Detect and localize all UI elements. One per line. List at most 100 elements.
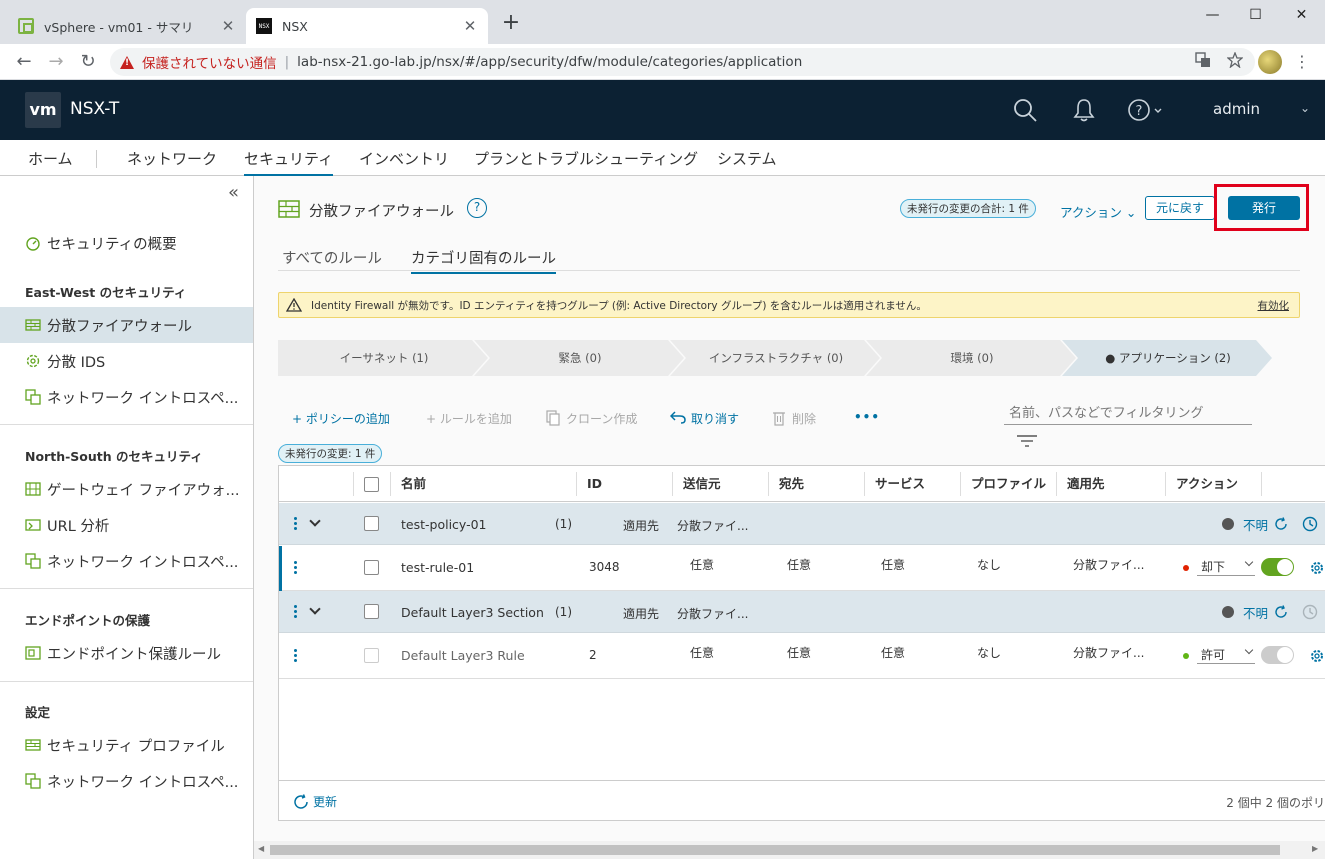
forward-button[interactable]: → [44,50,68,74]
table-row-policy[interactable]: Default Layer3 Section (1) 適用先 分散ファイ... … [279,591,1325,633]
url-text[interactable]: lab-nsx-21.go-lab.jp/nsx/#/app/security/… [297,54,802,70]
rule-destination[interactable]: 任意 [787,644,811,661]
table-row-policy[interactable]: test-policy-01 (1) 適用先 分散ファイ... 不明 [279,503,1325,545]
window-close-button[interactable]: ✕ [1279,4,1324,28]
table-row-rule[interactable]: test-rule-01 3048 任意 任意 任意 なし 分散ファイ... 却… [279,546,1325,591]
rule-enabled-toggle[interactable] [1261,558,1294,576]
column-header-action[interactable]: アクション [1166,466,1238,502]
minimize-button[interactable]: — [1190,4,1235,28]
tab-close-icon[interactable]: ✕ [220,17,236,35]
more-actions-icon[interactable]: ••• [854,410,880,424]
bookmark-star-icon[interactable] [1227,52,1243,68]
row-menu-icon[interactable] [293,605,297,619]
category-emergency[interactable]: 緊急 (0) [474,340,686,376]
nav-home[interactable]: ホーム [28,148,73,169]
policy-status[interactable]: 不明 [1243,603,1268,622]
column-header-id[interactable]: ID [577,466,602,502]
rule-source[interactable]: 任意 [690,644,714,661]
user-menu[interactable]: admin [1213,100,1260,118]
maximize-button[interactable]: ☐ [1233,4,1278,28]
row-menu-icon[interactable] [293,517,297,531]
scroll-left-icon[interactable]: ◀ [258,844,264,853]
policy-name[interactable]: Default Layer3 Section [401,605,544,620]
add-rule-button[interactable]: + ルールを追加 [426,410,512,427]
column-header-source[interactable]: 送信元 [673,466,721,502]
sidebar-item-gateway-firewall[interactable]: ゲートウェイ ファイアウォ... [0,471,253,507]
table-row-rule[interactable]: Default Layer3 Rule 2 任意 任意 任意 なし 分散ファイ.… [279,634,1325,679]
undo-button[interactable]: 取り消す [670,410,739,427]
category-infrastructure[interactable]: インフラストラクチャ (0) [670,340,882,376]
sidebar-item-network-introspection-ew[interactable]: ネットワーク イントロスペ... [0,379,253,415]
select-all-checkbox[interactable] [364,477,379,492]
back-button[interactable]: ← [12,50,36,74]
rule-enabled-toggle[interactable] [1261,646,1294,664]
category-application[interactable]: ● アプリケーション (2) [1062,340,1274,376]
gear-icon[interactable] [1309,648,1325,664]
rule-name[interactable]: Default Layer3 Rule [401,648,525,663]
browser-tab-vsphere[interactable]: vSphere - vm01 - サマリ ✕ [8,8,246,44]
column-header-profile[interactable]: プロファイル [961,466,1046,502]
new-tab-button[interactable]: + [498,11,524,37]
delete-button[interactable]: 削除 [772,410,816,427]
clone-button[interactable]: クローン作成 [546,409,637,427]
actions-dropdown[interactable]: アクション ⌄ [1060,202,1136,221]
address-bar[interactable]: 保護されていない通信 | lab-nsx-21.go-lab.jp/nsx/#/… [110,48,1255,76]
insecure-label[interactable]: 保護されていない通信 [142,52,277,72]
filter-icon[interactable] [1016,435,1038,447]
refresh-icon[interactable] [1274,517,1288,531]
horizontal-scrollbar[interactable]: ◀ ▶ [254,841,1325,859]
add-policy-button[interactable]: + ポリシーの追加 [292,410,390,427]
nav-plan-troubleshoot[interactable]: プランとトラブルシューティング [474,148,698,169]
reload-button[interactable]: ↻ [76,50,100,74]
sidebar-item-security-profiles[interactable]: セキュリティ プロファイル [0,727,253,763]
profile-avatar[interactable] [1258,50,1282,74]
tab-all-rules[interactable]: すべてのルール [282,247,382,268]
rule-profile[interactable]: なし [977,556,1001,573]
rule-destination[interactable]: 任意 [787,556,811,573]
history-clock-icon[interactable] [1302,516,1318,532]
search-icon[interactable] [1012,97,1038,123]
nav-inventory[interactable]: インベントリ [359,148,449,169]
chevron-down-icon[interactable]: ⌄ [1300,101,1310,115]
browser-tab-nsx[interactable]: NSX NSX ✕ [246,8,488,44]
row-checkbox[interactable] [364,560,379,575]
nav-network[interactable]: ネットワーク [127,148,217,169]
filter-input[interactable]: 名前、パスなどでフィルタリング [1004,398,1252,425]
chevron-down-icon[interactable] [309,603,321,615]
rule-profile[interactable]: なし [977,644,1001,661]
category-ethernet[interactable]: イーサネット (1) [278,340,490,376]
rule-action-select[interactable]: 許可 [1197,644,1255,664]
row-menu-icon[interactable] [293,561,297,575]
rule-action-select[interactable]: 却下 [1197,556,1255,576]
policy-name[interactable]: test-policy-01 [401,517,487,532]
column-header-name[interactable]: 名前 [391,466,426,502]
column-header-applied-to[interactable]: 適用先 [1057,466,1105,502]
row-menu-icon[interactable] [293,649,297,663]
applied-to-value[interactable]: 分散ファイ... [677,605,748,622]
sidebar-item-network-introspection-settings[interactable]: ネットワーク イントロスペ... [0,763,253,799]
rule-service[interactable]: 任意 [881,644,905,661]
refresh-button[interactable]: 更新 [293,793,337,810]
collapse-sidebar-icon[interactable]: « [228,182,239,203]
nav-system[interactable]: システム [717,148,777,169]
nav-security[interactable]: セキュリティ [244,148,334,177]
column-header-destination[interactable]: 宛先 [769,466,804,502]
help-menu-icon[interactable]: ? [1127,97,1163,123]
rule-service[interactable]: 任意 [881,556,905,573]
rule-name[interactable]: test-rule-01 [401,560,474,575]
category-environment[interactable]: 環境 (0) [866,340,1078,376]
translate-icon[interactable] [1195,52,1211,68]
history-clock-icon[interactable] [1302,604,1318,620]
rule-applied-to[interactable]: 分散ファイ... [1073,556,1144,573]
browser-menu-icon[interactable]: ⋮ [1294,50,1310,74]
refresh-icon[interactable] [1274,605,1288,619]
gear-icon[interactable] [1309,560,1325,576]
policy-status[interactable]: 不明 [1243,515,1268,534]
applied-to-value[interactable]: 分散ファイ... [677,517,748,534]
notification-bell-icon[interactable] [1071,97,1097,123]
enable-link[interactable]: 有効化 [1258,298,1290,313]
revert-button[interactable]: 元に戻す [1145,196,1215,220]
rule-applied-to[interactable]: 分散ファイ... [1073,644,1144,661]
column-header-service[interactable]: サービス [865,466,925,502]
tab-close-icon[interactable]: ✕ [462,17,478,35]
